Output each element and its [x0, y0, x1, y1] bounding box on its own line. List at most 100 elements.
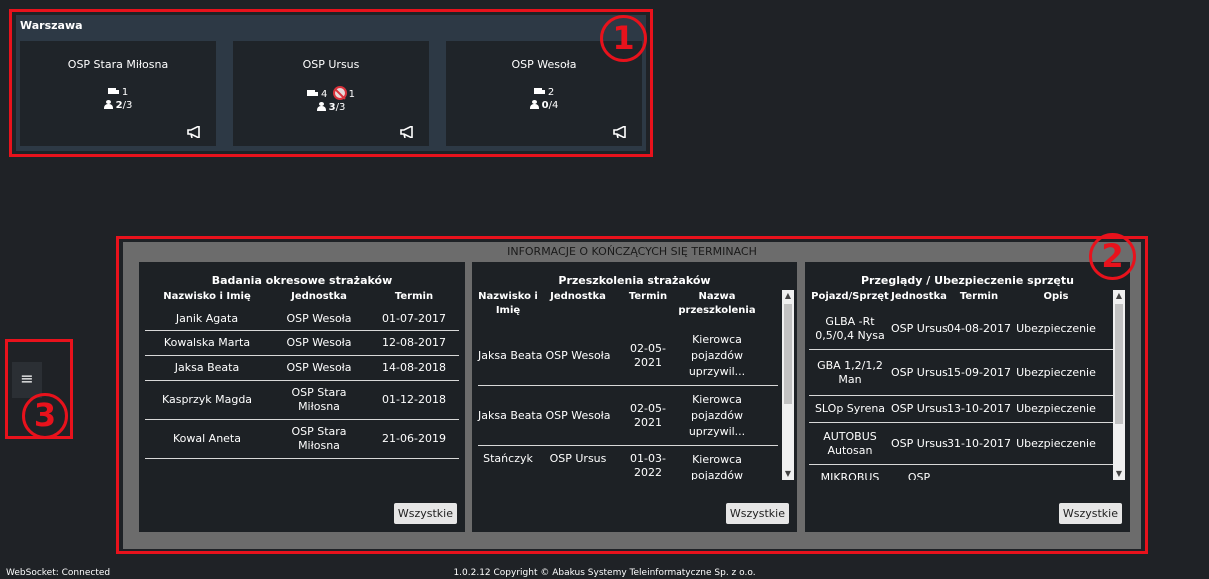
scroll-up-arrow[interactable]: ▲ [1113, 290, 1125, 302]
truck-icon [107, 88, 120, 96]
table-header: Nazwisko i Imię Jednostka Termin [145, 290, 459, 308]
cell-date: 04-08-2017 [947, 321, 1011, 335]
header-date[interactable]: Termin [369, 290, 459, 304]
table-row[interactable]: Jaksa Beata OSP Wesoła 02-05-2021 Kierow… [478, 386, 778, 446]
header-name[interactable]: Nazwisko i Imię [478, 290, 538, 318]
menu-toggle-button[interactable]: ≡ [12, 362, 42, 398]
megaphone-icon[interactable] [187, 126, 202, 138]
header-unit[interactable]: Jednostka [538, 290, 618, 304]
trainings-scroll-area[interactable]: Nazwisko i Imię Jednostka Termin Nazwa p… [472, 290, 782, 480]
table-row[interactable]: Kowal Aneta OSP Stara Miłosna 21-06-2019 [145, 420, 459, 459]
inspections-scrollbar[interactable]: ▲ ▼ [1113, 290, 1125, 480]
unit-people: 0/4 [446, 99, 642, 112]
table-row[interactable]: Kasprzyk Magda OSP Stara Miłosna 01-12-2… [145, 381, 459, 420]
table-row[interactable]: GBA 1,2/1,2 Man OSP Ursus 15-09-2017 Ube… [809, 350, 1115, 396]
table-row[interactable]: SLOp Syrena OSP Ursus 13-10-2017 Ubezpie… [809, 396, 1115, 423]
cell-name: Kowalska Marta [163, 336, 251, 349]
table-row[interactable]: MIKROBUS OSP Ursus [809, 465, 1115, 480]
table-row[interactable]: GLBA -Rt 0,5/0,4 Nysa OSP Ursus 04-08-20… [809, 308, 1115, 350]
trainings-title: Przeszkolenia strażaków [558, 274, 711, 287]
header-vehicle[interactable]: Pojazd/Sprzęt [809, 290, 891, 304]
inspections-scroll-area[interactable]: Pojazd/Sprzęt Jednostka Termin Opis GLBA… [805, 290, 1115, 480]
cell-vehicle: MIKROBUS [820, 471, 880, 480]
cell-vehicle: GBA 1,2/1,2 Man [817, 358, 883, 386]
cell-unit: OSP Ursus [891, 365, 948, 379]
cell-date: 01-12-2018 [382, 393, 446, 406]
cell-name: Jaksa Beata [478, 408, 543, 422]
table-row[interactable]: Kowalska Marta OSP Wesoła 12-08-2017 [145, 331, 459, 356]
cell-vehicle: SLOp Syrena [814, 402, 886, 415]
cell-unit: OSP Ursus [891, 321, 948, 335]
all-trainings-button[interactable]: Wszystkie [725, 503, 789, 524]
scroll-down-arrow[interactable]: ▼ [782, 468, 794, 480]
cell-date: 12-08-2017 [382, 336, 446, 349]
table-row[interactable]: Janik Agata OSP Wesoła 01-07-2017 [145, 308, 459, 331]
cell-date: 31-10-2017 [947, 436, 1011, 450]
people-total: /4 [548, 100, 559, 111]
header-name[interactable]: Nazwisko i Imię [145, 290, 269, 304]
cell-description: Ubezpieczenie [1016, 402, 1096, 415]
cell-vehicle: AUTOBUS Autosan [823, 429, 877, 457]
header-date[interactable]: Termin [618, 290, 678, 304]
all-exams-button[interactable]: Wszystkie [393, 503, 457, 524]
people-total: /3 [122, 100, 133, 111]
scroll-thumb[interactable] [1115, 304, 1123, 424]
header-training[interactable]: Nazwa przeszkolenia [678, 290, 756, 318]
cell-description: Ubezpieczenie [1016, 436, 1096, 450]
table-row[interactable]: Jaksa Beata OSP Wesoła 02-05-2021 Kierow… [478, 326, 778, 386]
cell-name: Kasprzyk Magda [161, 393, 253, 406]
cell-date: 13-10-2017 [947, 402, 1011, 415]
cell-training: Kierowca pojazdów uprzywil... [688, 392, 746, 438]
unit-trucks: 1 [20, 86, 216, 99]
cell-date: 02-05-2021 [630, 341, 666, 369]
scroll-thumb[interactable] [784, 304, 792, 404]
copyright-text: 1.0.2.12 Copyright © Abakus Systemy Tele… [453, 568, 756, 578]
all-inspections-button[interactable]: Wszystkie [1058, 503, 1122, 524]
unit-trucks: 4 1 [233, 86, 429, 101]
unit-card-ursus[interactable]: OSP Ursus 4 1 3/3 [233, 41, 429, 146]
header-date[interactable]: Termin [947, 290, 1011, 304]
people-ready: 3 [328, 102, 336, 113]
cell-date: 21-06-2019 [382, 432, 446, 445]
megaphone-icon[interactable] [613, 126, 628, 138]
table-row[interactable]: AUTOBUS Autosan OSP Ursus 31-10-2017 Ube… [809, 423, 1115, 465]
person-icon [529, 100, 539, 109]
cell-unit: OSP Ursus [891, 436, 948, 450]
cell-date: 01-07-2017 [382, 312, 446, 325]
exams-panel: Badania okresowe strażaków Nazwisko i Im… [139, 262, 465, 532]
scroll-down-arrow[interactable]: ▼ [1113, 468, 1125, 480]
cell-name: Stańczyk [483, 452, 533, 465]
cell-date: 02-05-2021 [630, 401, 666, 429]
truck-icon [307, 90, 319, 98]
table-row[interactable]: Stańczyk OSP Ursus 01-03-2022 Kierowca p… [478, 446, 778, 480]
cell-name: Jaksa Beata [478, 348, 543, 362]
table-row[interactable]: Jaksa Beata OSP Wesoła 14-08-2018 [145, 356, 459, 381]
truck-banned-icon [332, 86, 347, 100]
inspections-table: Pojazd/Sprzęt Jednostka Termin Opis GLBA… [809, 290, 1115, 480]
cell-vehicle: GLBA -Rt 0,5/0,4 Nysa [815, 314, 885, 342]
header-description[interactable]: Opis [1011, 290, 1101, 304]
cell-unit: OSP Stara Miłosna [291, 425, 347, 452]
hamburger-icon: ≡ [20, 369, 34, 388]
truck-count: 2 [547, 87, 555, 98]
person-icon [103, 100, 113, 109]
cell-description: Ubezpieczenie [1016, 365, 1096, 379]
cell-date: 15-09-2017 [947, 365, 1011, 379]
header-unit[interactable]: Jednostka [891, 290, 947, 304]
megaphone-icon[interactable] [400, 126, 415, 138]
cell-name: Janik Agata [175, 312, 239, 325]
exams-table: Nazwisko i Imię Jednostka Termin Janik A… [145, 290, 459, 459]
cell-unit: OSP Wesoła [286, 336, 352, 349]
header-unit[interactable]: Jednostka [269, 290, 369, 304]
unit-people: 2/3 [20, 99, 216, 112]
trainings-scrollbar[interactable]: ▲ ▼ [782, 290, 794, 480]
cell-unit: OSP Wesoła [545, 348, 611, 362]
scroll-up-arrow[interactable]: ▲ [782, 290, 794, 302]
cell-training: Kierowca pojazdów uprzywil... [688, 332, 746, 378]
truck-count: 1 [121, 87, 129, 98]
people-ready: 2 [115, 100, 123, 111]
people-total: /3 [335, 102, 346, 113]
unit-card-stara-milosna[interactable]: OSP Stara Miłosna 1 2/3 [20, 41, 216, 146]
table-header: Nazwisko i Imię Jednostka Termin Nazwa p… [478, 290, 778, 326]
table-header: Pojazd/Sprzęt Jednostka Termin Opis [809, 290, 1115, 308]
